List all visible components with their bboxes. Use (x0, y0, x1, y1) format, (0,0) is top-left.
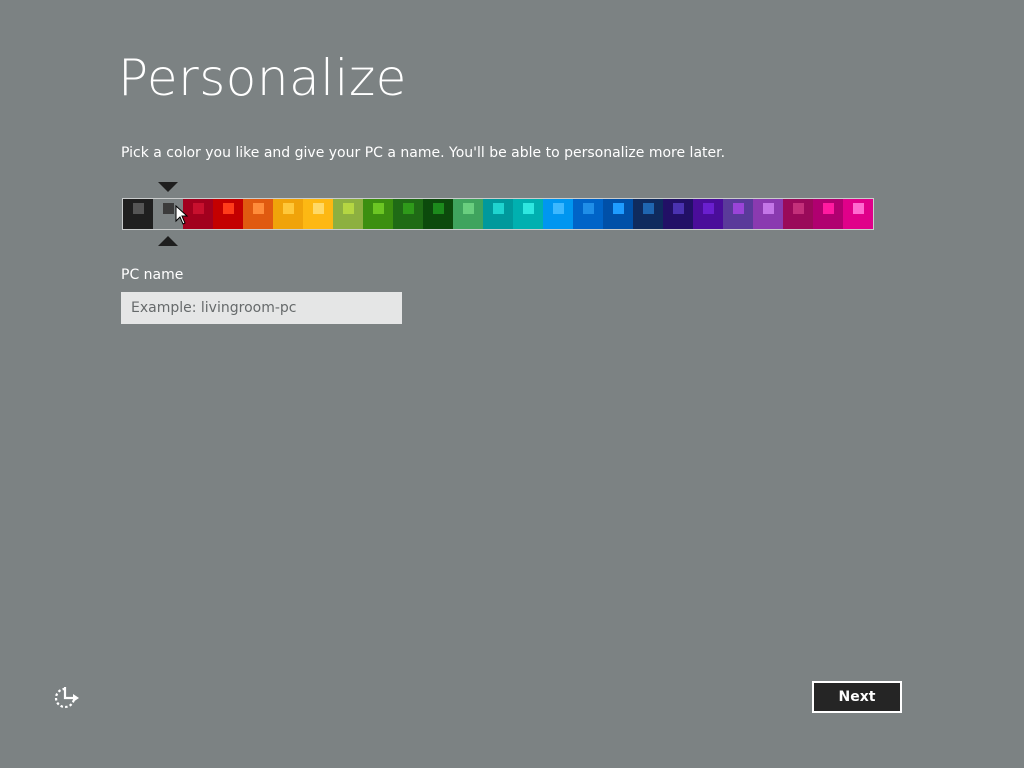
color-swatch[interactable] (153, 199, 183, 229)
selected-color-indicator-bottom (158, 236, 178, 246)
color-swatch[interactable] (453, 199, 483, 229)
color-swatch[interactable] (183, 199, 213, 229)
color-swatch-chip (193, 203, 204, 214)
color-swatch[interactable] (393, 199, 423, 229)
color-swatch-chip (703, 203, 714, 214)
color-swatch[interactable] (333, 199, 363, 229)
color-swatch-chip (223, 203, 234, 214)
color-swatch-chip (253, 203, 264, 214)
color-swatch[interactable] (543, 199, 573, 229)
color-swatch-chip (523, 203, 534, 214)
color-swatch[interactable] (123, 199, 153, 229)
page-title: Personalize (118, 49, 407, 107)
color-swatch-chip (463, 203, 474, 214)
color-swatch[interactable] (243, 199, 273, 229)
color-swatch-chip (283, 203, 294, 214)
color-swatch[interactable] (843, 199, 873, 229)
color-swatch-chip (613, 203, 624, 214)
color-swatch[interactable] (213, 199, 243, 229)
color-swatch[interactable] (363, 199, 393, 229)
color-swatch[interactable] (723, 199, 753, 229)
color-swatch[interactable] (513, 199, 543, 229)
color-swatch-chip (163, 203, 174, 214)
color-swatch-chip (493, 203, 504, 214)
color-swatch[interactable] (783, 199, 813, 229)
color-swatch-chip (373, 203, 384, 214)
ease-of-access-icon[interactable] (53, 685, 81, 711)
color-swatch-chip (673, 203, 684, 214)
color-swatch[interactable] (633, 199, 663, 229)
next-button[interactable]: Next (812, 681, 902, 713)
color-swatch-chip (433, 203, 444, 214)
color-swatch-chip (313, 203, 324, 214)
color-swatch[interactable] (423, 199, 453, 229)
color-swatch-chip (583, 203, 594, 214)
pc-name-input[interactable] (121, 292, 402, 324)
color-swatch-chip (763, 203, 774, 214)
color-swatch-chip (853, 203, 864, 214)
color-picker[interactable] (122, 198, 874, 230)
color-swatch-chip (793, 203, 804, 214)
color-swatch-chip (403, 203, 414, 214)
color-swatch-chip (343, 203, 354, 214)
color-swatch-chip (133, 203, 144, 214)
color-swatch[interactable] (693, 199, 723, 229)
color-swatch[interactable] (273, 199, 303, 229)
color-swatch[interactable] (483, 199, 513, 229)
selected-color-indicator-top (158, 182, 178, 192)
color-swatch-chip (553, 203, 564, 214)
color-swatch-chip (823, 203, 834, 214)
color-swatch[interactable] (813, 199, 843, 229)
color-swatch[interactable] (663, 199, 693, 229)
color-swatch-chip (643, 203, 654, 214)
instructions-text: Pick a color you like and give your PC a… (121, 145, 726, 161)
color-swatch[interactable] (603, 199, 633, 229)
color-swatch[interactable] (303, 199, 333, 229)
color-swatch[interactable] (753, 199, 783, 229)
color-swatch[interactable] (573, 199, 603, 229)
pc-name-label: PC name (121, 267, 184, 283)
color-swatch-chip (733, 203, 744, 214)
